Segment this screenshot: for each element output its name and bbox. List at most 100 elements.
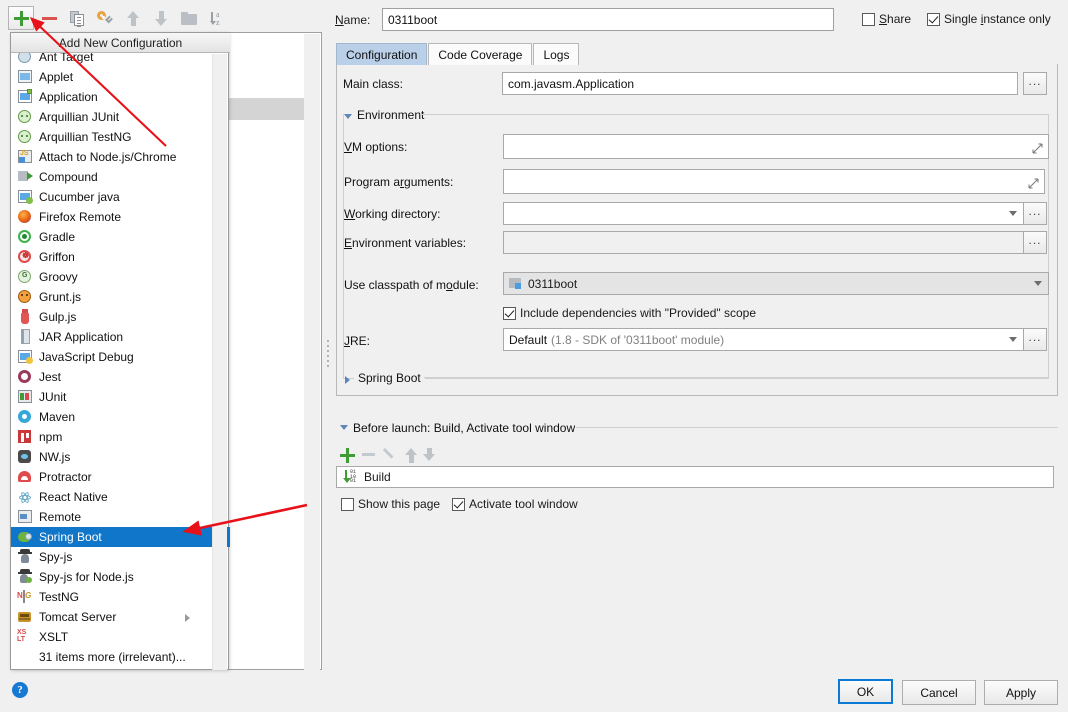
copy-icon [69, 10, 85, 27]
environment-collapse-icon[interactable] [344, 114, 352, 119]
remove-configuration-button[interactable] [36, 6, 62, 30]
name-input[interactable]: 0311boot [382, 8, 834, 31]
menu-item-remote[interactable]: Remote [11, 507, 214, 527]
tab-configuration[interactable]: Configuration [336, 43, 428, 65]
menu-item-firefox-remote[interactable]: Firefox Remote [11, 207, 214, 227]
use-classpath-chevron-down-icon[interactable] [1034, 281, 1042, 286]
show-this-page-checkbox[interactable]: Show this page [341, 497, 440, 511]
menu-item-cucumber-java[interactable]: Cucumber java [11, 187, 214, 207]
activate-tool-window-checkbox[interactable]: Activate tool window [452, 497, 578, 511]
move-task-down-button[interactable] [423, 447, 435, 461]
configurations-tree-scrollbar[interactable] [304, 34, 320, 670]
arrow-up-icon [405, 447, 417, 463]
vm-options-input[interactable] [503, 134, 1049, 159]
share-checkbox[interactable]: Share [862, 12, 911, 26]
remove-task-button[interactable] [360, 452, 377, 456]
tab-logs[interactable]: Logs [533, 43, 580, 65]
menu-item-griffon[interactable]: ☸ Griffon [11, 247, 214, 267]
menu-item-groovy[interactable]: G Groovy [11, 267, 214, 287]
menu-item-gradle[interactable]: Gradle [11, 227, 214, 247]
add-configuration-menu-scrollbar[interactable] [212, 54, 227, 670]
nwjs-icon [17, 449, 34, 465]
menu-item-xslt[interactable]: XS LT XSLT [11, 627, 214, 647]
menu-item-spy-js-for-node-js[interactable]: Spy-js for Node.js [11, 567, 214, 587]
program-arguments-input[interactable] [503, 169, 1045, 194]
add-configuration-button[interactable] [8, 6, 34, 30]
menu-item-npm[interactable]: npm [11, 427, 214, 447]
menu-item-attach-to-node-js-chrome[interactable]: JS Attach to Node.js/Chrome [11, 147, 214, 167]
menu-item-label: npm [39, 430, 63, 444]
expand-program-arguments-icon[interactable] [1028, 178, 1039, 189]
menu-item-maven[interactable]: Maven [11, 407, 214, 427]
working-directory-input[interactable] [503, 202, 1024, 225]
menu-item-arquillian-testng[interactable]: Arquillian TestNG [11, 127, 214, 147]
menu-item-jest[interactable]: Jest [11, 367, 214, 387]
menu-item-protractor[interactable]: Protractor [11, 467, 214, 487]
cancel-button[interactable]: Cancel [902, 680, 976, 705]
menu-item-junit[interactable]: JUnit [11, 387, 214, 407]
menu-item-gulp-js[interactable]: Gulp.js [11, 307, 214, 327]
working-directory-browse-button[interactable]: ... [1023, 202, 1047, 225]
menu-item-ant-target[interactable]: Ant Target [11, 53, 214, 67]
jre-chevron-down-icon[interactable] [1009, 337, 1017, 342]
menu-item-label: Gulp.js [39, 310, 77, 324]
working-directory-chevron-down-icon[interactable] [1009, 211, 1017, 216]
before-launch-collapse-icon[interactable] [340, 425, 348, 430]
single-instance-checkbox[interactable]: Single instance only [927, 12, 1051, 26]
help-icon[interactable]: ? [12, 682, 28, 698]
menu-item-jar-application[interactable]: JAR Application [11, 327, 214, 347]
panel-splitter[interactable] [322, 30, 336, 670]
new-folder-button[interactable] [176, 6, 202, 30]
spring-boot-expand-icon[interactable] [345, 376, 350, 384]
ok-button[interactable]: OK [838, 679, 893, 704]
move-down-button[interactable] [148, 6, 174, 30]
copy-configuration-button[interactable] [64, 6, 90, 30]
sort-az-icon: az [209, 10, 225, 26]
edit-task-button[interactable] [384, 447, 398, 461]
submenu-chevron-right-icon [185, 614, 190, 622]
menu-item-spy-js[interactable]: Spy-js [11, 547, 214, 567]
menu-item-nw-js[interactable]: NW.js [11, 447, 214, 467]
menu-item-compound[interactable]: Compound [11, 167, 214, 187]
tab-code-coverage-label: Code Coverage [438, 47, 523, 62]
tab-code-coverage[interactable]: Code Coverage [428, 43, 533, 65]
add-configuration-menu[interactable]: Add New Configuration Ant Target Applet Ap… [10, 32, 230, 670]
menu-item-application[interactable]: Application [11, 87, 214, 107]
jre-label: JRE: [344, 334, 371, 348]
expand-vm-options-icon[interactable] [1032, 143, 1043, 154]
menu-item-spring-boot[interactable]: Spring Boot [11, 527, 230, 547]
apply-button[interactable]: Apply [984, 680, 1058, 705]
jre-combobox[interactable]: Default (1.8 - SDK of '0311boot' module) [503, 328, 1024, 351]
environment-variables-input[interactable] [503, 231, 1024, 254]
menu-item-label: React Native [39, 490, 108, 504]
main-class-input[interactable]: com.javasm.Application [502, 72, 1018, 95]
include-dependencies-checkbox[interactable]: Include dependencies with "Provided" sco… [503, 306, 756, 320]
menu-item-label: Arquillian TestNG [39, 130, 132, 144]
sort-configurations-button[interactable]: az [204, 6, 230, 30]
menu-item-testng[interactable]: N G TestNG [11, 587, 214, 607]
menu-item-grunt-js[interactable]: Grunt.js [11, 287, 214, 307]
menu-item-label: Attach to Node.js/Chrome [39, 150, 177, 164]
main-class-browse-button[interactable]: ... [1023, 72, 1047, 95]
spyjs-node-icon [17, 569, 34, 585]
move-up-button[interactable] [120, 6, 146, 30]
menu-item-applet[interactable]: Applet [11, 67, 214, 87]
share-checkbox-box [862, 12, 875, 26]
jre-browse-button[interactable]: ... [1023, 328, 1047, 351]
edit-templates-button[interactable] [92, 6, 118, 30]
add-task-button[interactable] [340, 447, 355, 463]
jre-value: Default [509, 332, 548, 347]
environment-variables-browse-button[interactable]: ... [1023, 231, 1047, 254]
menu-item-label: Ant Target [39, 53, 94, 64]
show-this-page-checkbox-box [341, 497, 354, 511]
menu-item-react-native[interactable]: React Native [11, 487, 214, 507]
menu-item-arquillian-junit[interactable]: Arquillian JUnit [11, 107, 214, 127]
before-launch-task-list[interactable]: 01 10 01 Build [336, 466, 1054, 488]
menu-item-tomcat-server[interactable]: Tomcat Server [11, 607, 214, 627]
menu-item-label: Applet [39, 70, 74, 84]
menu-item-javascript-debug[interactable]: JavaScript Debug [11, 347, 214, 367]
move-task-up-button[interactable] [405, 447, 417, 463]
menu-item-31-items-more-irrelevant[interactable]: 31 items more (irrelevant)... [11, 647, 214, 667]
use-classpath-combobox[interactable]: 0311boot [503, 272, 1049, 295]
junit-icon [17, 389, 34, 405]
